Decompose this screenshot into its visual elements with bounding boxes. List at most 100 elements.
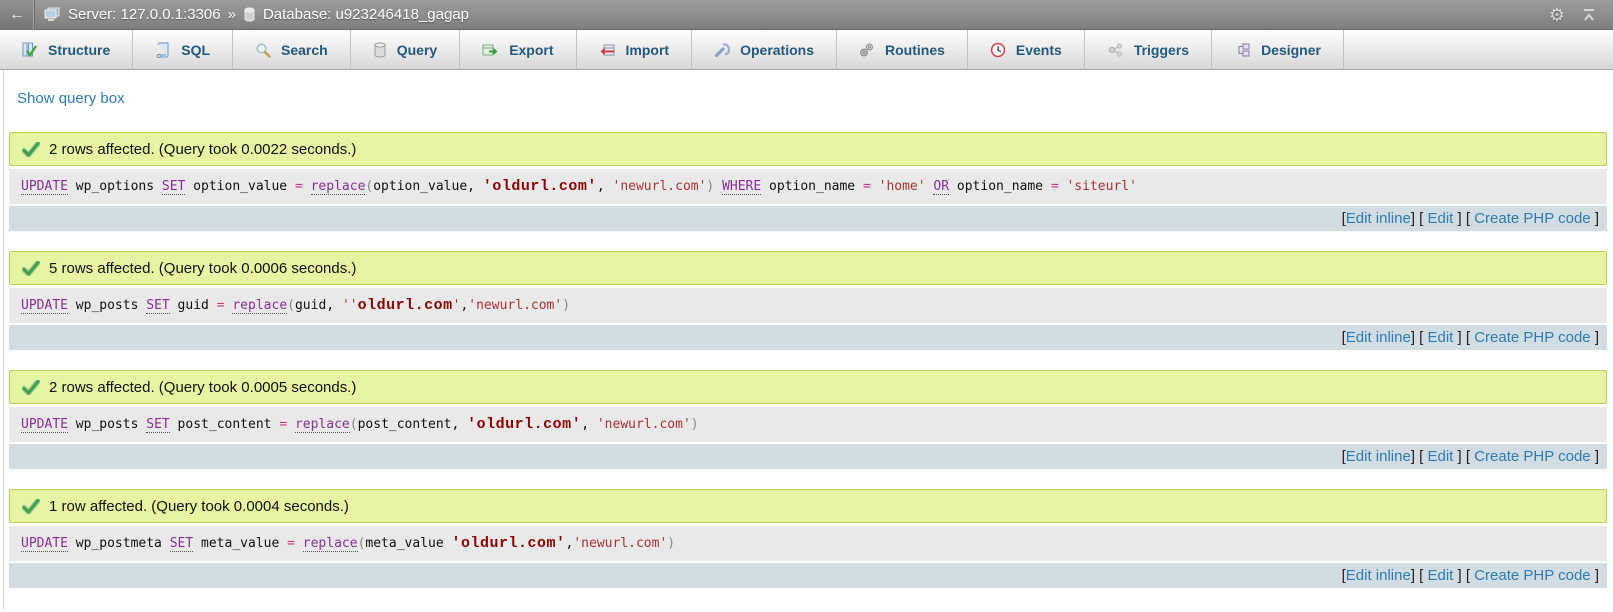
success-check-icon: [22, 261, 40, 276]
tab-events[interactable]: Events: [968, 30, 1085, 69]
sql-token-op: =: [287, 536, 295, 551]
edit-link[interactable]: Edit: [1427, 329, 1453, 346]
bracket-text: ] [: [1411, 448, 1428, 465]
sql-token-kw: replace: [295, 417, 350, 433]
sql-token-par: ): [562, 298, 570, 313]
sql-token-id: [926, 179, 934, 194]
tab-structure[interactable]: Structure: [0, 30, 133, 69]
sql-token-op: =: [295, 179, 303, 194]
database-icon: [243, 7, 256, 22]
action-links: [Edit inline] [ Edit ] [ Create PHP code…: [9, 563, 1607, 588]
search-icon: [255, 42, 271, 58]
sql-token-par: ): [706, 179, 714, 194]
action-links: [Edit inline] [ Edit ] [ Create PHP code…: [9, 444, 1607, 469]
sql-token-id: post_content: [170, 417, 280, 432]
sql-token-par: ): [691, 417, 699, 432]
sql-token-id: ,: [460, 298, 468, 313]
sql-token-id: wp_options: [68, 179, 162, 194]
create-php-code-link[interactable]: Create PHP code: [1474, 329, 1590, 346]
sql-token-id: [225, 298, 233, 313]
operations-icon: [714, 42, 730, 58]
sql-token-id: meta_value: [193, 536, 287, 551]
sql-token-par: (: [358, 536, 366, 551]
sql-token-str: '': [342, 298, 358, 313]
sql-token-id: option_name: [949, 179, 1051, 194]
collapse-to-top-icon[interactable]: [1581, 8, 1597, 22]
sql-token-id: ,: [566, 536, 574, 551]
sql-token-str: 'home': [879, 179, 926, 194]
sql-token-bigstr: 'oldurl.com': [483, 178, 597, 195]
query-result-block: 1 row affected. (Query took 0.0004 secon…: [9, 489, 1607, 588]
tab-label: Import: [626, 42, 670, 58]
create-php-code-link[interactable]: Create PHP code: [1474, 567, 1590, 584]
edit-inline-link[interactable]: Edit inline: [1346, 448, 1411, 465]
success-check-icon: [22, 380, 40, 395]
database-breadcrumb[interactable]: Database: u923246418_gagap: [263, 6, 469, 23]
sql-token-bigstr: 'oldurl.com': [467, 416, 581, 433]
tab-query[interactable]: Query: [351, 30, 460, 69]
structure-icon: [22, 42, 38, 58]
bracket-text: ] [: [1453, 448, 1474, 465]
bracket-text: ] [: [1411, 567, 1428, 584]
edit-inline-link[interactable]: Edit inline: [1346, 210, 1411, 227]
sql-token-bigstr: oldurl.com: [358, 297, 453, 314]
create-php-code-link[interactable]: Create PHP code: [1474, 210, 1590, 227]
tab-sql[interactable]: SQL: [133, 30, 233, 69]
import-icon: [599, 42, 616, 58]
query-result-block: 5 rows affected. (Query took 0.0006 seco…: [9, 251, 1607, 350]
sql-token-kw: UPDATE: [21, 179, 68, 195]
tab-search[interactable]: Search: [233, 30, 351, 69]
server-icon: [44, 7, 61, 22]
tab-operations[interactable]: Operations: [692, 30, 837, 69]
sql-token-op: =: [863, 179, 871, 194]
bracket-text: ]: [1591, 210, 1599, 227]
bracket-text: ] [: [1453, 329, 1474, 346]
routines-icon: [859, 42, 875, 58]
tab-label: Events: [1016, 42, 1062, 58]
sql-token-str: 'newurl.com': [613, 179, 707, 194]
tab-label: Query: [397, 42, 437, 58]
show-query-box-link[interactable]: Show query box: [17, 90, 125, 107]
tab-label: Export: [509, 42, 553, 58]
success-message-bar: 2 rows affected. (Query took 0.0005 seco…: [9, 370, 1607, 404]
sql-token-str: ': [453, 298, 461, 313]
sql-token-kw: UPDATE: [21, 536, 68, 552]
sql-token-kw: replace: [232, 298, 287, 314]
settings-gear-icon[interactable]: ⚙: [1549, 6, 1565, 24]
back-button[interactable]: ←: [0, 0, 35, 30]
edit-inline-link[interactable]: Edit inline: [1346, 567, 1411, 584]
edit-inline-link[interactable]: Edit inline: [1346, 329, 1411, 346]
sql-token-kw: WHERE: [722, 179, 761, 195]
sql-token-str: 'newurl.com': [597, 417, 691, 432]
bracket-text: ] [: [1453, 567, 1474, 584]
bracket-text: ]: [1591, 567, 1599, 584]
action-links: [Edit inline] [ Edit ] [ Create PHP code…: [9, 206, 1607, 231]
server-breadcrumb[interactable]: Server: 127.0.0.1:3306: [68, 6, 221, 23]
success-check-icon: [22, 142, 40, 157]
back-arrow-icon: ←: [9, 6, 25, 24]
success-message: 2 rows affected. (Query took 0.0022 seco…: [49, 141, 356, 158]
tab-label: Structure: [48, 42, 110, 58]
sql-token-par: (: [350, 417, 358, 432]
database-tabbar: Structure SQL Search Query: [0, 30, 1613, 70]
sql-query: UPDATE wp_postmeta SET meta_value = repl…: [9, 526, 1607, 561]
sql-token-par: (: [365, 179, 373, 194]
tab-import[interactable]: Import: [577, 30, 693, 69]
tab-export[interactable]: Export: [460, 30, 576, 69]
tab-routines[interactable]: Routines: [837, 30, 968, 69]
sql-icon: [155, 42, 171, 58]
sql-token-str: 'siteurl': [1066, 179, 1136, 194]
tab-designer[interactable]: Designer: [1212, 30, 1344, 69]
sql-token-kw: replace: [303, 536, 358, 552]
breadcrumb-separator: »: [228, 6, 236, 23]
sql-query: UPDATE wp_posts SET guid = replace(guid,…: [9, 288, 1607, 323]
create-php-code-link[interactable]: Create PHP code: [1474, 448, 1590, 465]
sql-token-kw: SET: [146, 298, 169, 314]
tab-triggers[interactable]: Triggers: [1085, 30, 1212, 69]
edit-link[interactable]: Edit: [1427, 448, 1453, 465]
edit-link[interactable]: Edit: [1427, 567, 1453, 584]
sql-token-kw: replace: [311, 179, 366, 195]
tab-label: Triggers: [1134, 42, 1189, 58]
edit-link[interactable]: Edit: [1427, 210, 1453, 227]
success-message-bar: 1 row affected. (Query took 0.0004 secon…: [9, 489, 1607, 523]
